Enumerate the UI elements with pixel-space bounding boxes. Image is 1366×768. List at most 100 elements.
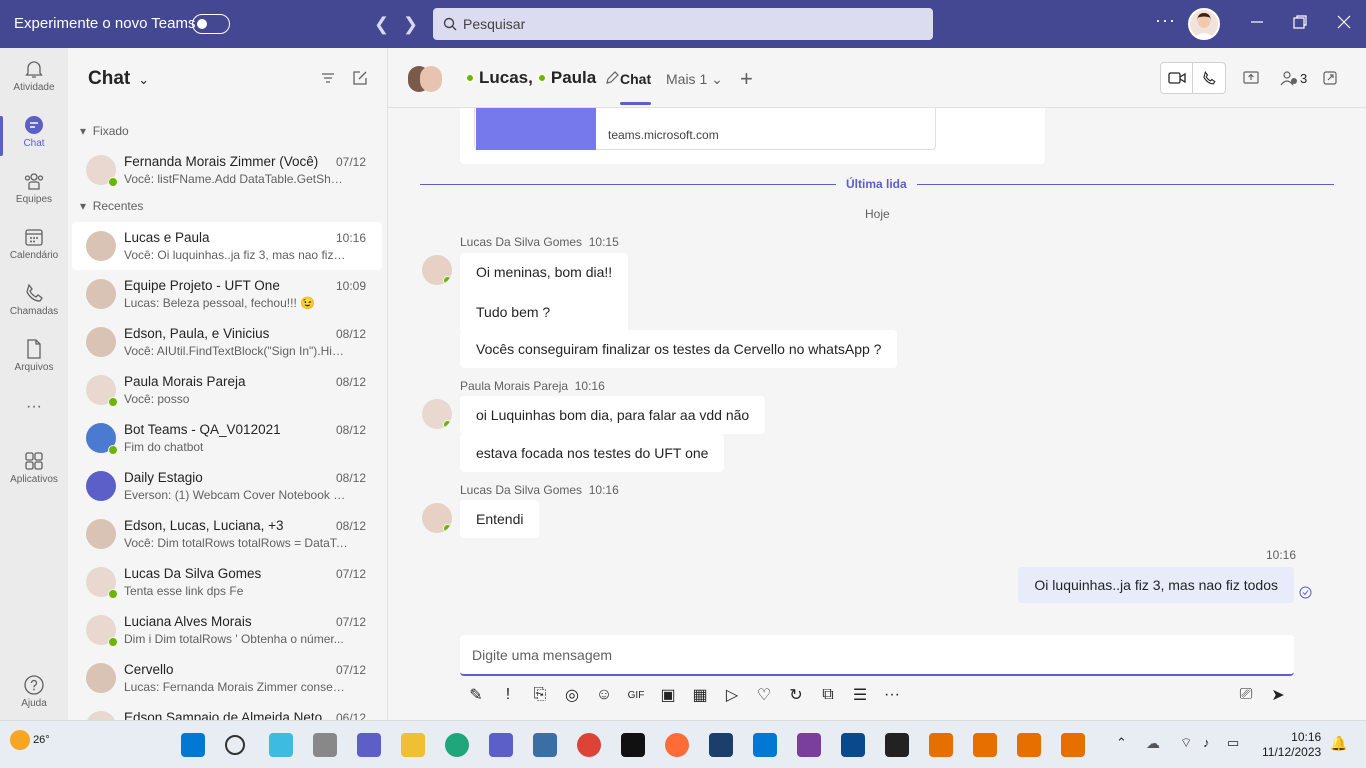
conversation-title[interactable]: Lucas, Paula xyxy=(465,68,620,88)
filter-icon[interactable] xyxy=(320,70,336,86)
participants-button[interactable]: 3 xyxy=(1280,70,1307,86)
chat-item-lucas-paula[interactable]: Lucas e Paula 10:16 Você: Oi luquinhas..… xyxy=(72,222,382,270)
recent-section[interactable]: ▾ Recentes xyxy=(80,199,143,213)
add-tab-icon[interactable]: + xyxy=(740,66,753,92)
pinned-section[interactable]: ▾ Fixado xyxy=(80,124,129,138)
profile-avatar[interactable] xyxy=(1188,8,1220,40)
rail-calls[interactable]: Chamadas xyxy=(0,276,68,332)
stream-icon[interactable]: ▷ xyxy=(716,685,748,705)
edge-icon[interactable] xyxy=(445,733,469,757)
attach-icon[interactable]: ⎘ xyxy=(524,686,556,704)
video-clip-icon[interactable]: ⎚ xyxy=(1230,686,1262,704)
chat-list-title[interactable]: Chat ⌄ xyxy=(88,68,149,90)
postman-icon[interactable] xyxy=(665,733,689,757)
new-chat-icon[interactable] xyxy=(352,70,368,86)
tab-chat[interactable]: Chat xyxy=(620,71,652,105)
chat-item-edson-lucas-luciana[interactable]: Edson, Lucas, Luciana, +3 08/12 Você: Di… xyxy=(72,510,382,558)
windows-start-icon[interactable] xyxy=(181,733,205,757)
edit-name-icon[interactable] xyxy=(604,70,620,86)
mysql-icon[interactable] xyxy=(709,733,733,757)
copilot-icon[interactable] xyxy=(269,733,293,757)
rail-chat[interactable]: Chat xyxy=(0,108,68,164)
chat-item-edson-neto[interactable]: Edson Sampaio de Almeida Neto 06/12 xyxy=(72,702,382,720)
vscode-icon[interactable] xyxy=(753,733,777,757)
search-input[interactable]: Pesquisar xyxy=(433,8,933,40)
emoji-icon[interactable]: ☺ xyxy=(588,686,620,704)
chat-item-lucas[interactable]: Lucas Da Silva Gomes 07/12 Tenta esse li… xyxy=(72,558,382,606)
schedule-meeting-icon[interactable]: ▦ xyxy=(684,685,716,705)
pop-out-icon[interactable] xyxy=(1322,70,1338,86)
link-preview-card[interactable]: teams.microsoft.com xyxy=(460,108,1045,164)
cloud-icon[interactable]: ☁ xyxy=(1146,735,1160,752)
new-teams-toggle[interactable] xyxy=(192,14,230,34)
rail-activity[interactable]: Atividade xyxy=(0,52,68,108)
share-screen-icon[interactable] xyxy=(1243,70,1259,86)
audio-call-button[interactable] xyxy=(1193,63,1225,93)
praise-icon[interactable]: ♡ xyxy=(748,685,780,705)
back-arrow-icon[interactable]: ❮ xyxy=(374,14,389,35)
more-options-icon[interactable]: ··· xyxy=(876,686,908,704)
file-explorer-icon[interactable] xyxy=(401,733,425,757)
chat-item-paula[interactable]: Paula Morais Pareja 08/12 Você: posso xyxy=(72,366,382,414)
app-icon[interactable]: ⧉ xyxy=(812,686,844,704)
volume-icon[interactable]: ♪ xyxy=(1203,735,1210,750)
compose-input[interactable]: Digite uma mensagem xyxy=(460,635,1294,676)
video-call-button[interactable] xyxy=(1161,63,1194,93)
my-message-bubble[interactable]: Oi luquinhas..ja fiz 3, mas nao fiz todo… xyxy=(1018,567,1294,603)
rail-calendar[interactable]: Calendário xyxy=(0,220,68,276)
chrome-icon[interactable] xyxy=(577,733,601,757)
system-clock[interactable]: 10:16 11/12/2023 xyxy=(1262,730,1321,760)
seen-check-icon xyxy=(1299,586,1312,599)
chat-item-bot-teams[interactable]: Bot Teams - QA_V012021 08/12 Fim do chat… xyxy=(72,414,382,462)
task-view-icon[interactable] xyxy=(313,733,337,757)
more-options-icon[interactable]: ··· xyxy=(1155,10,1176,31)
rail-apps[interactable]: Aplicativos xyxy=(0,444,68,500)
important-icon[interactable]: ! xyxy=(492,686,524,704)
intellij-icon[interactable] xyxy=(621,733,645,757)
rail-help[interactable]: Ajuda xyxy=(0,668,68,724)
java-icon[interactable] xyxy=(1061,733,1085,757)
terminal-icon[interactable] xyxy=(885,733,909,757)
avatar xyxy=(86,519,116,549)
meet-icon[interactable] xyxy=(357,733,381,757)
message-bubble[interactable]: estava focada nos testes do UFT one xyxy=(460,434,725,472)
message-bubble[interactable]: oi Luquinhas bom dia, para falar aa vdd … xyxy=(460,396,766,434)
battery-icon[interactable]: ▭ xyxy=(1227,735,1239,751)
tab-more[interactable]: Mais 1 ⌄ xyxy=(666,71,723,88)
message-bubble[interactable]: Oi meninas, bom dia!! Tudo bem ? xyxy=(460,253,629,332)
minimize-icon[interactable] xyxy=(1249,14,1265,30)
wifi-icon[interactable]: ⌔ xyxy=(1180,735,1192,751)
chevron-up-icon[interactable]: ⌃ xyxy=(1116,735,1127,751)
form-icon[interactable]: ☰ xyxy=(844,685,876,705)
rail-files[interactable]: Arquivos xyxy=(0,332,68,388)
java-icon[interactable] xyxy=(1017,733,1041,757)
format-icon[interactable]: ✎ xyxy=(460,685,492,705)
notification-bell-icon[interactable]: 🔔 xyxy=(1330,735,1347,752)
forward-arrow-icon[interactable]: ❯ xyxy=(403,14,418,35)
chat-item-cervello[interactable]: Cervello 07/12 Lucas: Fernanda Morais Zi… xyxy=(72,654,382,702)
maximize-icon[interactable] xyxy=(1292,14,1308,30)
chat-item-edson-paula-vinicius[interactable]: Edson, Paula, e Vinicius 08/12 Você: AIU… xyxy=(72,318,382,366)
chat-item-equipe-projeto[interactable]: Equipe Projeto - UFT One 10:09 Lucas: Be… xyxy=(72,270,382,318)
teams-icon[interactable] xyxy=(489,733,513,757)
azure-icon[interactable] xyxy=(841,733,865,757)
send-icon[interactable]: ➤ xyxy=(1262,685,1294,705)
chat-item-luciana[interactable]: Luciana Alves Morais 07/12 Dim i Dim tot… xyxy=(72,606,382,654)
sticker-icon[interactable]: ▣ xyxy=(652,685,684,705)
network-monitor-icon[interactable] xyxy=(533,733,557,757)
search-icon[interactable] xyxy=(225,735,245,755)
chat-item-fernanda[interactable]: Fernanda Morais Zimmer (Você) 07/12 Você… xyxy=(72,146,382,194)
loop-icon[interactable]: ◎ xyxy=(556,685,588,705)
visual-studio-icon[interactable] xyxy=(797,733,821,757)
refresh-icon[interactable]: ↻ xyxy=(780,685,812,705)
message-bubble[interactable]: Vocês conseguiram finalizar os testes da… xyxy=(460,330,898,368)
close-icon[interactable] xyxy=(1336,14,1352,30)
rail-teams[interactable]: Equipes xyxy=(0,164,68,220)
rail-more[interactable]: ··· xyxy=(0,388,68,444)
java-icon[interactable] xyxy=(973,733,997,757)
java-icon[interactable] xyxy=(929,733,953,757)
gif-icon[interactable]: GIF xyxy=(620,690,652,701)
chat-item-daily-estagio[interactable]: Daily Estagio 08/12 Everson: (1) Webcam … xyxy=(72,462,382,510)
weather-widget[interactable]: 26° xyxy=(10,730,50,750)
message-bubble[interactable]: Entendi xyxy=(460,500,540,538)
